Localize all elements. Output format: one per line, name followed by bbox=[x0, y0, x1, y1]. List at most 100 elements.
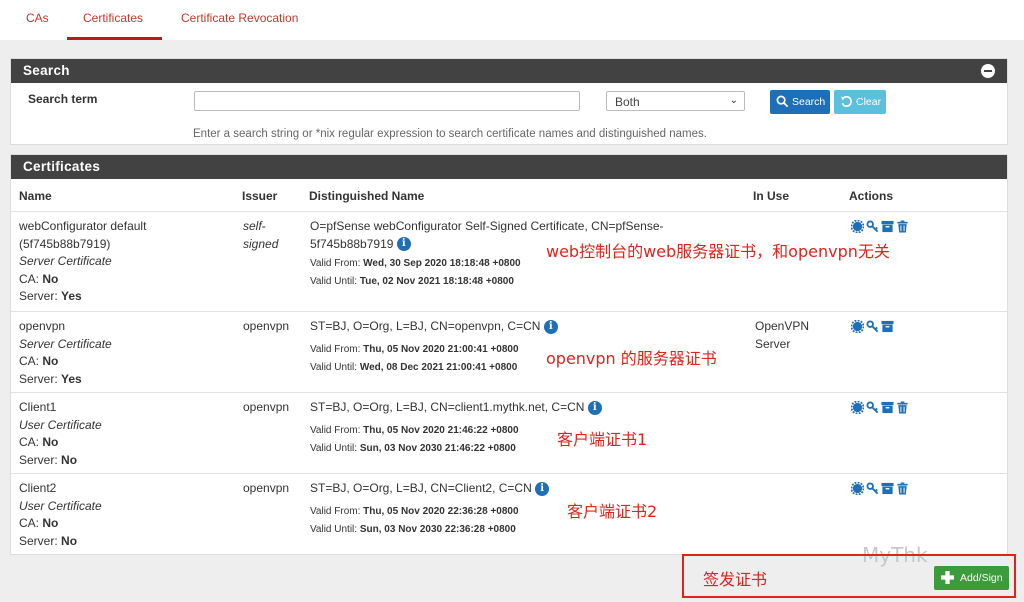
search-help-text: Enter a search string or *nix regular ex… bbox=[193, 128, 707, 140]
valid-until-value: Sun, 03 Nov 2030 22:36:28 +0800 bbox=[359, 523, 516, 535]
cert-ca-value: No bbox=[42, 271, 59, 286]
column-header-distinguished-name: Distinguished Name bbox=[309, 189, 425, 203]
plus-icon bbox=[941, 571, 954, 584]
cert-valid-until: Valid Until: Tue, 02 Nov 2021 18:18:48 +… bbox=[310, 273, 680, 291]
trash-icon[interactable] bbox=[896, 482, 909, 495]
info-icon[interactable]: i bbox=[396, 237, 411, 252]
cert-ca-label: CA: bbox=[19, 435, 40, 449]
cert-dn-text: ST=BJ, O=Org, L=BJ, CN=openvpn, C=CN bbox=[310, 319, 541, 333]
info-icon[interactable]: i bbox=[535, 481, 550, 496]
cert-ca-label: CA: bbox=[19, 354, 40, 368]
valid-from-value: Thu, 05 Nov 2020 21:00:41 +0800 bbox=[363, 343, 519, 355]
add-sign-label: Add/Sign bbox=[960, 572, 1003, 584]
key-icon[interactable] bbox=[866, 320, 879, 333]
cert-ca-line: CA: No bbox=[19, 515, 164, 533]
table-row: Client1 User Certificate CA: No Server: … bbox=[11, 392, 1007, 473]
cert-actions bbox=[850, 319, 894, 334]
key-icon[interactable] bbox=[866, 220, 879, 233]
key-icon[interactable] bbox=[866, 482, 879, 495]
valid-until-label: Valid Until: bbox=[310, 361, 358, 373]
cert-dn-text: ST=BJ, O=Org, L=BJ, CN=Client2, C=CN bbox=[310, 481, 532, 495]
valid-until-label: Valid Until: bbox=[310, 442, 358, 454]
archive-icon[interactable] bbox=[881, 482, 894, 495]
cert-server-line: Server: No bbox=[19, 452, 164, 470]
cert-dn: ST=BJ, O=Org, L=BJ, CN=openvpn, C=CN i bbox=[310, 318, 680, 336]
cert-server-line: Server: Yes bbox=[19, 288, 164, 306]
search-panel: Search Search term Both ⌄ Search Clear E… bbox=[10, 58, 1008, 145]
cert-dn: ST=BJ, O=Org, L=BJ, CN=Client2, C=CN i bbox=[310, 480, 680, 498]
search-input[interactable] bbox=[194, 91, 580, 111]
add-sign-button[interactable]: Add/Sign bbox=[934, 566, 1009, 590]
cert-server-value: Yes bbox=[61, 289, 82, 303]
cert-name-cell: webConfigurator default (5f745b88b7919) … bbox=[19, 218, 164, 306]
certificates-panel: Certificates Name Issuer Distinguished N… bbox=[10, 154, 1008, 555]
clear-button-label: Clear bbox=[856, 96, 882, 108]
search-button[interactable]: Search bbox=[770, 90, 830, 114]
cert-server-label: Server: bbox=[19, 452, 58, 467]
cert-dn-text: ST=BJ, O=Org, L=BJ, CN=client1.mythk.net… bbox=[310, 400, 585, 414]
active-tab-underline bbox=[67, 37, 162, 40]
certificates-panel-title: Certificates bbox=[23, 159, 101, 174]
trash-icon[interactable] bbox=[896, 401, 909, 414]
undo-icon bbox=[840, 96, 853, 107]
cert-name: webConfigurator default (5f745b88b7919) bbox=[19, 219, 147, 251]
archive-icon[interactable] bbox=[881, 320, 894, 333]
valid-from-label: Valid From: bbox=[310, 424, 361, 436]
cert-type: User Certificate bbox=[19, 498, 102, 513]
gear-icon[interactable] bbox=[850, 400, 865, 415]
cert-name: Client1 bbox=[19, 400, 57, 414]
tab-certificates[interactable]: Certificates bbox=[83, 11, 143, 25]
key-icon[interactable] bbox=[866, 401, 879, 414]
clear-button[interactable]: Clear bbox=[834, 90, 886, 114]
column-header-name: Name bbox=[19, 189, 52, 203]
tab-cas[interactable]: CAs bbox=[26, 11, 49, 25]
valid-from-label: Valid From: bbox=[310, 258, 361, 269]
cert-ca-line: CA: No bbox=[19, 271, 164, 289]
cert-server-line: Server: Yes bbox=[19, 371, 164, 389]
cert-type: Server Certificate bbox=[19, 336, 112, 351]
cert-in-use: OpenVPN Server bbox=[755, 319, 810, 351]
table-row: Client2 User Certificate CA: No Server: … bbox=[11, 473, 1007, 554]
valid-until-value: Sun, 03 Nov 2030 21:46:22 +0800 bbox=[359, 442, 516, 454]
annotation-webconfigurator: web控制台的web服务器证书，和openvpn无关 bbox=[546, 242, 890, 261]
valid-until-label: Valid Until: bbox=[310, 276, 358, 287]
valid-from-value: Wed, 30 Sep 2020 18:18:48 +0800 bbox=[363, 258, 521, 269]
cert-ca-value: No bbox=[42, 435, 59, 449]
collapse-icon[interactable] bbox=[981, 64, 995, 78]
archive-icon[interactable] bbox=[881, 401, 894, 414]
trash-icon[interactable] bbox=[896, 220, 909, 233]
cert-ca-line: CA: No bbox=[19, 434, 164, 452]
cert-server-line: Server: No bbox=[19, 533, 164, 551]
cert-type: Server Certificate bbox=[19, 254, 112, 268]
valid-from-label: Valid From: bbox=[310, 505, 361, 517]
search-button-label: Search bbox=[792, 96, 826, 108]
archive-icon[interactable] bbox=[881, 220, 894, 233]
cert-server-value: No bbox=[61, 533, 78, 548]
column-header-in-use: In Use bbox=[753, 189, 790, 203]
gear-icon[interactable] bbox=[850, 481, 865, 496]
cert-ca-line: CA: No bbox=[19, 353, 164, 371]
valid-from-value: Thu, 05 Nov 2020 22:36:28 +0800 bbox=[363, 505, 519, 517]
search-panel-title: Search bbox=[23, 63, 70, 78]
cert-server-label: Server: bbox=[19, 371, 58, 386]
annotation-sign: 签发证书 bbox=[703, 570, 768, 589]
annotation-client1: 客户端证书1 bbox=[557, 430, 648, 449]
cert-name-cell: Client1 User Certificate CA: No Server: … bbox=[19, 399, 164, 469]
gear-icon[interactable] bbox=[850, 219, 865, 234]
cert-actions bbox=[850, 219, 909, 234]
info-icon[interactable]: i bbox=[587, 400, 602, 415]
table-row: openvpn Server Certificate CA: No Server… bbox=[11, 311, 1007, 392]
tab-certificate-revocation[interactable]: Certificate Revocation bbox=[181, 11, 298, 25]
cert-server-label: Server: bbox=[19, 289, 58, 303]
cert-name: openvpn bbox=[19, 319, 66, 333]
cert-ca-value: No bbox=[42, 516, 59, 530]
column-header-actions: Actions bbox=[849, 189, 894, 203]
search-icon bbox=[776, 95, 789, 108]
cert-issuer: openvpn bbox=[243, 481, 290, 495]
annotation-client2: 客户端证书2 bbox=[567, 502, 658, 521]
cert-issuer: openvpn bbox=[243, 319, 290, 333]
chevron-down-icon: ⌄ bbox=[729, 95, 738, 106]
info-icon[interactable]: i bbox=[543, 319, 558, 334]
gear-icon[interactable] bbox=[850, 319, 865, 334]
search-scope-select[interactable]: Both ⌄ bbox=[606, 91, 745, 111]
